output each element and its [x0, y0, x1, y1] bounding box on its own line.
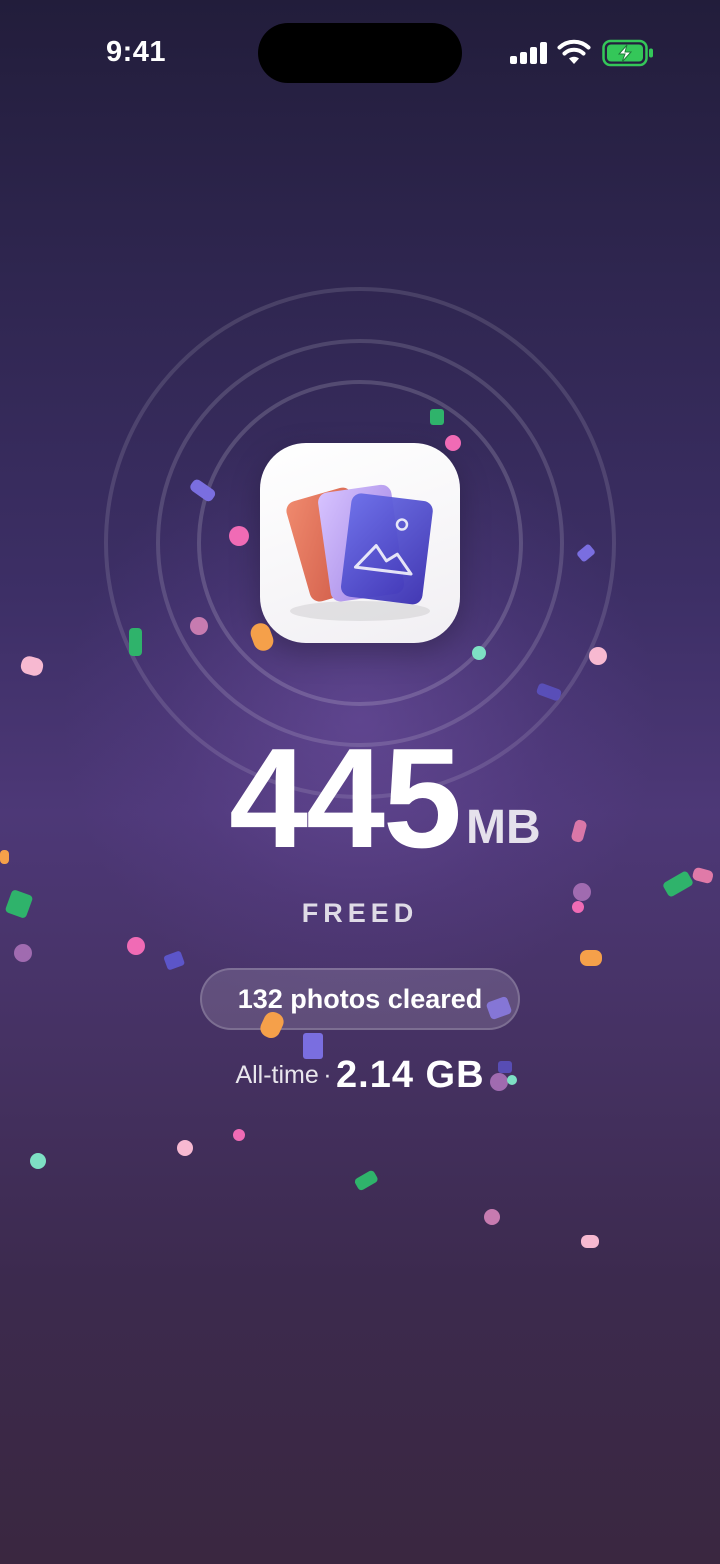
freed-label: FREED	[301, 898, 419, 928]
battery-charging-icon	[602, 39, 653, 67]
photo-cards-icon	[260, 443, 460, 643]
freed-amount: 445	[229, 719, 462, 878]
alltime-label: All-time	[235, 1061, 319, 1089]
alltime-value: 2.14 GB	[336, 1054, 485, 1096]
freed-unit: MB	[466, 801, 541, 854]
cellular-signal-icon	[510, 42, 547, 64]
status-time: 9:41	[105, 36, 167, 68]
photos-cleared-badge: 132 photos cleared	[200, 968, 520, 1030]
alltime-summary: All-time · 2.14 GB	[0, 1054, 720, 1097]
photos-cleared-text: 132 photos cleared	[237, 983, 483, 1014]
alltime-separator: ·	[323, 1061, 332, 1089]
dynamic-island	[258, 23, 462, 83]
wifi-icon	[557, 39, 591, 64]
